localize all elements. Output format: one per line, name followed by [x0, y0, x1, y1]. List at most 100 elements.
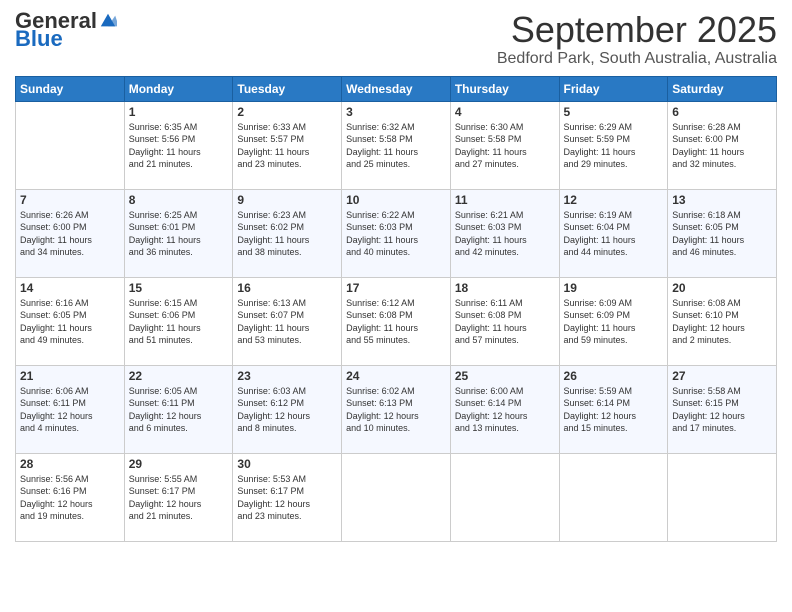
title-section: September 2025 Bedford Park, South Austr… [497, 10, 777, 68]
calendar-cell: 22Sunrise: 6:05 AM Sunset: 6:11 PM Dayli… [124, 365, 233, 453]
cell-info: Sunrise: 6:28 AM Sunset: 6:00 PM Dayligh… [672, 121, 772, 171]
cell-info: Sunrise: 6:19 AM Sunset: 6:04 PM Dayligh… [564, 209, 664, 259]
day-number: 17 [346, 281, 446, 295]
calendar-cell: 13Sunrise: 6:18 AM Sunset: 6:05 PM Dayli… [668, 189, 777, 277]
day-number: 28 [20, 457, 120, 471]
week-row-2: 7 Sunrise: 6:26 AM Sunset: 6:00 PM Daylig… [16, 189, 777, 277]
column-header-monday: Monday [124, 76, 233, 101]
cell-info: Sunrise: 5:55 AM Sunset: 6:17 PM Dayligh… [129, 473, 229, 523]
day-number: 23 [237, 369, 337, 383]
cell-info: Sunrise: 6:16 AM Sunset: 6:05 PM Dayligh… [20, 297, 120, 347]
calendar-body: 1 Sunrise: 6:35 AM Sunset: 5:56 PM Daylig… [16, 101, 777, 541]
page-header: General Blue September 2025 Bedford Park… [15, 10, 777, 68]
calendar-cell: 25Sunrise: 6:00 AM Sunset: 6:14 PM Dayli… [450, 365, 559, 453]
calendar-cell: 16 Sunrise: 6:13 AM Sunset: 6:07 PM Dayli… [233, 277, 342, 365]
day-number: 1 [129, 105, 229, 119]
calendar-cell: 27 Sunrise: 5:58 AM Sunset: 6:15 PM Dayli… [668, 365, 777, 453]
calendar-cell [16, 101, 125, 189]
day-number: 30 [237, 457, 337, 471]
cell-info: Sunrise: 5:53 AM Sunset: 6:17 PM Dayligh… [237, 473, 337, 523]
calendar-table: SundayMondayTuesdayWednesdayThursdayFrid… [15, 76, 777, 542]
day-number: 3 [346, 105, 446, 119]
calendar-cell: 12 Sunrise: 6:19 AM Sunset: 6:04 PM Dayli… [559, 189, 668, 277]
calendar-cell [668, 453, 777, 541]
cell-info: Sunrise: 6:22 AM Sunset: 6:03 PM Dayligh… [346, 209, 446, 259]
cell-info: Sunrise: 6:03 AM Sunset: 6:12 PM Dayligh… [237, 385, 337, 435]
day-number: 21 [20, 369, 120, 383]
day-number: 10 [346, 193, 446, 207]
week-row-1: 1 Sunrise: 6:35 AM Sunset: 5:56 PM Daylig… [16, 101, 777, 189]
column-header-tuesday: Tuesday [233, 76, 342, 101]
cell-info: Sunrise: 6:02 AM Sunset: 6:13 PM Dayligh… [346, 385, 446, 435]
calendar-cell: 23 Sunrise: 6:03 AM Sunset: 6:12 PM Dayli… [233, 365, 342, 453]
logo-icon [99, 12, 117, 30]
day-number: 18 [455, 281, 555, 295]
calendar-cell: 24Sunrise: 6:02 AM Sunset: 6:13 PM Dayli… [342, 365, 451, 453]
cell-info: Sunrise: 6:06 AM Sunset: 6:11 PM Dayligh… [20, 385, 120, 435]
calendar-cell: 28 Sunrise: 5:56 AM Sunset: 6:16 PM Dayli… [16, 453, 125, 541]
cell-info: Sunrise: 6:21 AM Sunset: 6:03 PM Dayligh… [455, 209, 555, 259]
calendar-cell: 3Sunrise: 6:32 AM Sunset: 5:58 PM Daylig… [342, 101, 451, 189]
calendar-cell: 26 Sunrise: 5:59 AM Sunset: 6:14 PM Dayli… [559, 365, 668, 453]
calendar-cell: 30 Sunrise: 5:53 AM Sunset: 6:17 PM Dayli… [233, 453, 342, 541]
cell-info: Sunrise: 6:00 AM Sunset: 6:14 PM Dayligh… [455, 385, 555, 435]
cell-info: Sunrise: 6:30 AM Sunset: 5:58 PM Dayligh… [455, 121, 555, 171]
calendar-cell: 10 Sunrise: 6:22 AM Sunset: 6:03 PM Dayli… [342, 189, 451, 277]
calendar-cell: 29 Sunrise: 5:55 AM Sunset: 6:17 PM Dayli… [124, 453, 233, 541]
cell-info: Sunrise: 6:35 AM Sunset: 5:56 PM Dayligh… [129, 121, 229, 171]
month-title: September 2025 [497, 10, 777, 50]
cell-info: Sunrise: 6:12 AM Sunset: 6:08 PM Dayligh… [346, 297, 446, 347]
cell-info: Sunrise: 6:26 AM Sunset: 6:00 PM Dayligh… [20, 209, 120, 259]
calendar-cell [559, 453, 668, 541]
calendar-cell: 20 Sunrise: 6:08 AM Sunset: 6:10 PM Dayli… [668, 277, 777, 365]
cell-info: Sunrise: 6:33 AM Sunset: 5:57 PM Dayligh… [237, 121, 337, 171]
week-row-3: 14Sunrise: 6:16 AM Sunset: 6:05 PM Dayli… [16, 277, 777, 365]
day-number: 4 [455, 105, 555, 119]
calendar-cell: 8 Sunrise: 6:25 AM Sunset: 6:01 PM Daylig… [124, 189, 233, 277]
column-header-friday: Friday [559, 76, 668, 101]
day-number: 13 [672, 193, 772, 207]
day-number: 12 [564, 193, 664, 207]
column-header-wednesday: Wednesday [342, 76, 451, 101]
calendar-header-row: SundayMondayTuesdayWednesdayThursdayFrid… [16, 76, 777, 101]
cell-info: Sunrise: 6:25 AM Sunset: 6:01 PM Dayligh… [129, 209, 229, 259]
calendar-cell: 2 Sunrise: 6:33 AM Sunset: 5:57 PM Daylig… [233, 101, 342, 189]
day-number: 22 [129, 369, 229, 383]
calendar-cell: 5Sunrise: 6:29 AM Sunset: 5:59 PM Daylig… [559, 101, 668, 189]
calendar-cell: 11 Sunrise: 6:21 AM Sunset: 6:03 PM Dayli… [450, 189, 559, 277]
calendar-cell: 9 Sunrise: 6:23 AM Sunset: 6:02 PM Daylig… [233, 189, 342, 277]
cell-info: Sunrise: 5:59 AM Sunset: 6:14 PM Dayligh… [564, 385, 664, 435]
calendar-cell: 1 Sunrise: 6:35 AM Sunset: 5:56 PM Daylig… [124, 101, 233, 189]
calendar-cell: 7 Sunrise: 6:26 AM Sunset: 6:00 PM Daylig… [16, 189, 125, 277]
calendar-cell [450, 453, 559, 541]
calendar-cell: 19Sunrise: 6:09 AM Sunset: 6:09 PM Dayli… [559, 277, 668, 365]
day-number: 27 [672, 369, 772, 383]
day-number: 20 [672, 281, 772, 295]
column-header-saturday: Saturday [668, 76, 777, 101]
calendar-cell: 6 Sunrise: 6:28 AM Sunset: 6:00 PM Daylig… [668, 101, 777, 189]
cell-info: Sunrise: 5:58 AM Sunset: 6:15 PM Dayligh… [672, 385, 772, 435]
calendar-cell: 15 Sunrise: 6:15 AM Sunset: 6:06 PM Dayli… [124, 277, 233, 365]
cell-info: Sunrise: 6:15 AM Sunset: 6:06 PM Dayligh… [129, 297, 229, 347]
column-header-thursday: Thursday [450, 76, 559, 101]
day-number: 7 [20, 193, 120, 207]
day-number: 11 [455, 193, 555, 207]
calendar-cell: 4 Sunrise: 6:30 AM Sunset: 5:58 PM Daylig… [450, 101, 559, 189]
location-title: Bedford Park, South Australia, Australia [497, 50, 777, 68]
day-number: 9 [237, 193, 337, 207]
cell-info: Sunrise: 6:11 AM Sunset: 6:08 PM Dayligh… [455, 297, 555, 347]
day-number: 15 [129, 281, 229, 295]
day-number: 8 [129, 193, 229, 207]
cell-info: Sunrise: 6:13 AM Sunset: 6:07 PM Dayligh… [237, 297, 337, 347]
calendar-cell: 18 Sunrise: 6:11 AM Sunset: 6:08 PM Dayli… [450, 277, 559, 365]
day-number: 5 [564, 105, 664, 119]
day-number: 2 [237, 105, 337, 119]
cell-info: Sunrise: 6:08 AM Sunset: 6:10 PM Dayligh… [672, 297, 772, 347]
cell-info: Sunrise: 6:23 AM Sunset: 6:02 PM Dayligh… [237, 209, 337, 259]
day-number: 29 [129, 457, 229, 471]
day-number: 26 [564, 369, 664, 383]
cell-info: Sunrise: 5:56 AM Sunset: 6:16 PM Dayligh… [20, 473, 120, 523]
day-number: 6 [672, 105, 772, 119]
calendar-cell: 17 Sunrise: 6:12 AM Sunset: 6:08 PM Dayli… [342, 277, 451, 365]
day-number: 16 [237, 281, 337, 295]
